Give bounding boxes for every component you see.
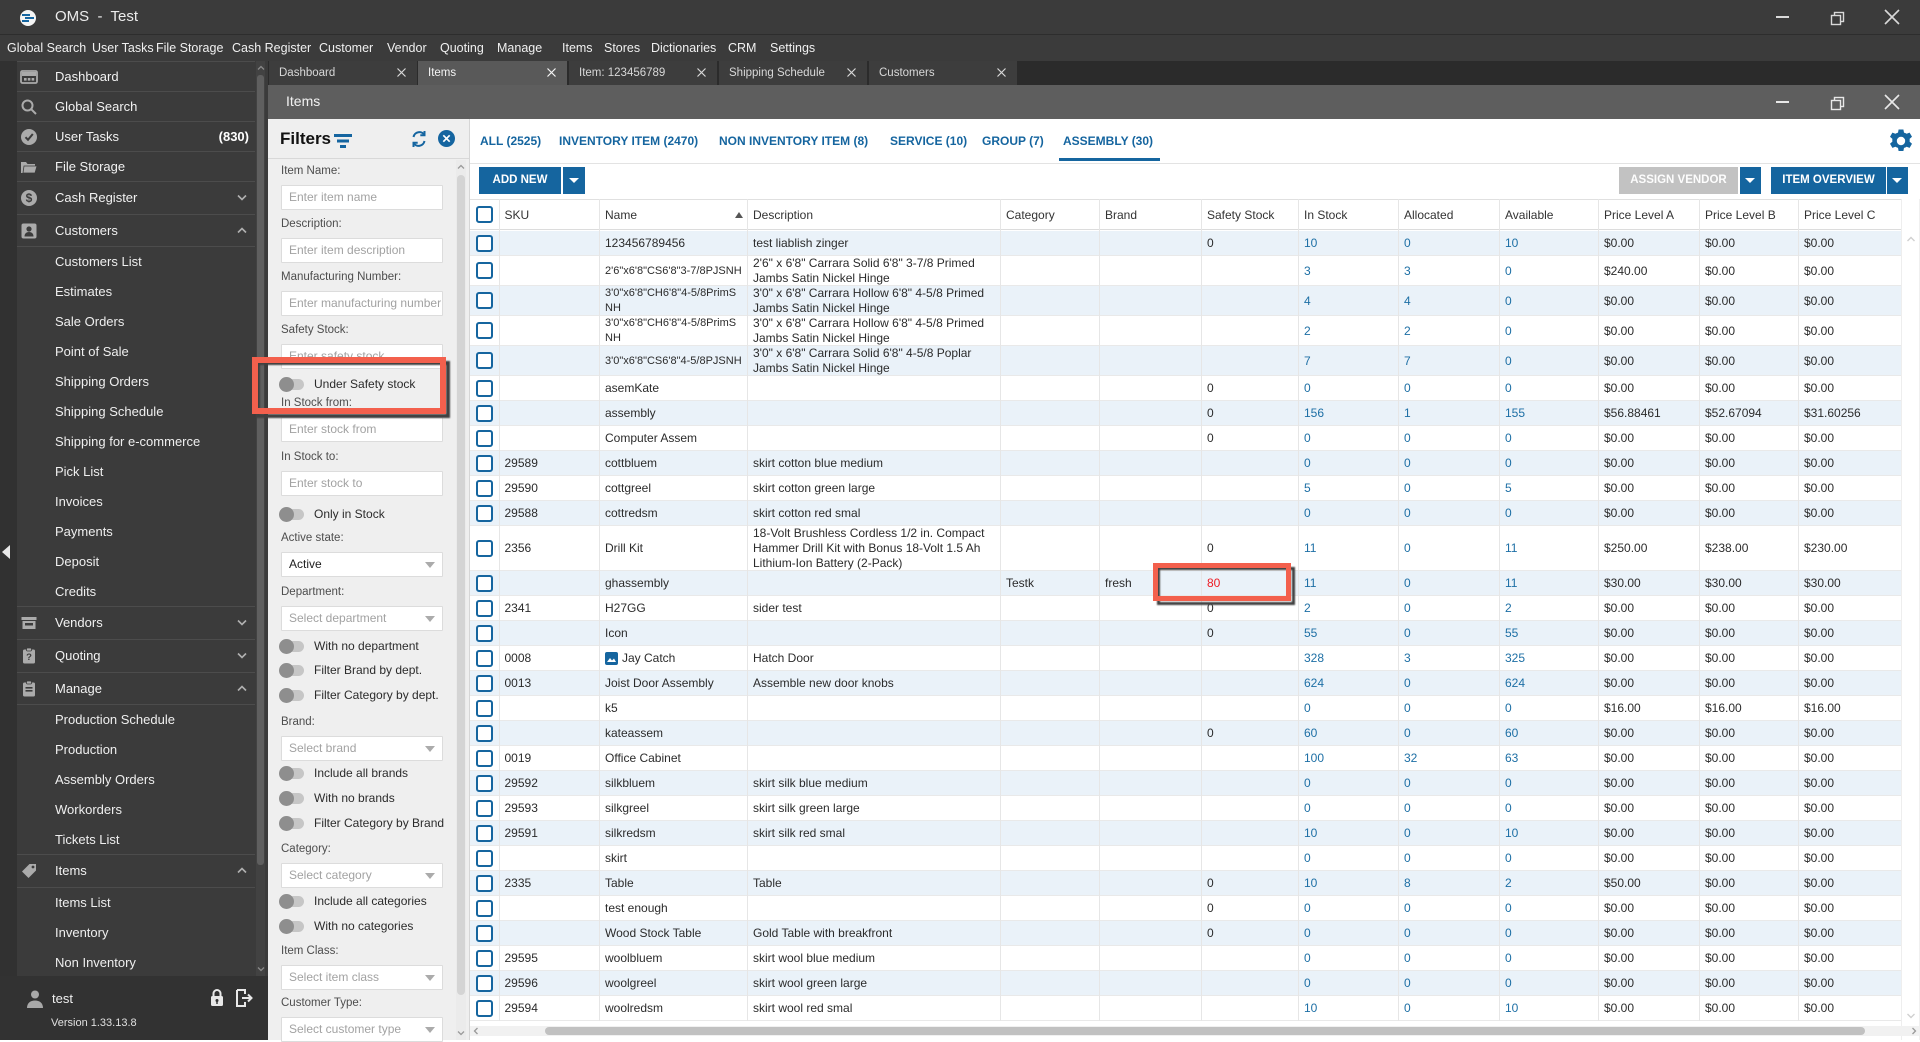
svg-text:?: ? [26, 652, 32, 663]
svg-text:$: $ [26, 191, 33, 205]
